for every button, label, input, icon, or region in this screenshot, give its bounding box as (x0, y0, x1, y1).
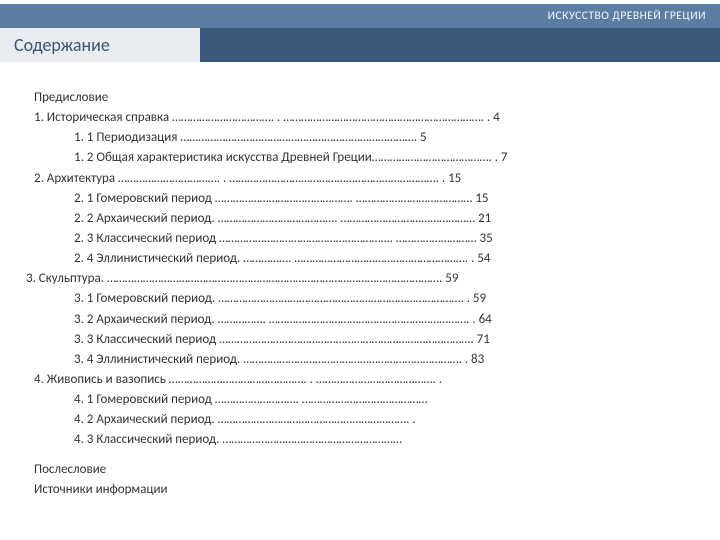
title-row: Содержание (0, 28, 720, 62)
toc-1-2: 1. 2 Общая характеристика искусства Древ… (26, 148, 700, 168)
sources: Источники информации (34, 480, 168, 500)
toc-1: 1. Историческая справка ……………………………. . …… (26, 108, 700, 128)
toc-4-1: 4. 1 Гомеровский период ………………………. ……………… (26, 390, 700, 410)
title-accent (200, 28, 720, 62)
header-subject: ИСКУССТВО ДРЕВНЕЙ ГРЕЦИИ (548, 9, 706, 23)
page-title: Содержание (0, 28, 200, 62)
toc: Предисловие 1. Историческая справка …………… (26, 88, 700, 451)
toc-3-3: 3. 3 Классический период ………………………………………… (26, 330, 700, 350)
toc-2-3: 2. 3 Классический период ………………………………………… (26, 229, 700, 249)
toc-1-1: 1. 1 Периодизация …………………………………………………………… (26, 128, 700, 148)
afterword: Послесловие (34, 460, 168, 480)
toc-2-1: 2. 1 Гомеровский период ……………………………………….… (26, 189, 700, 209)
toc-3-2: 3. 2 Архаический период. ……………. ……………………… (26, 310, 700, 330)
toc-2: 2. Архитектура ……………………………. . …………………………… (26, 169, 700, 189)
toc-2-4: 2. 4 Эллинистический период. ……………. …………… (26, 249, 700, 269)
toc-4-2: 4. 2 Архаический период. ………………………………………… (26, 410, 700, 430)
toc-4-3: 4. 3 Классический период. ……………………………………… (26, 430, 700, 450)
toc-3: 3. Скульптура. …………………………………………………………………… (26, 269, 700, 289)
header-bar: ИСКУССТВО ДРЕВНЕЙ ГРЕЦИИ (0, 4, 720, 28)
toc-4: 4. Живопись и вазопись ………………………………………. … (26, 370, 700, 390)
page: ИСКУССТВО ДРЕВНЕЙ ГРЕЦИИ Содержание Пред… (0, 0, 720, 540)
toc-3-4: 3. 4 Эллинистический период. ……………………………… (26, 350, 700, 370)
toc-preface: Предисловие (26, 88, 700, 108)
footer-block: Послесловие Источники информации (34, 460, 168, 500)
toc-3-1: 3. 1 Гомеровский период. ………………………………………… (26, 289, 700, 309)
toc-2-2: 2. 2 Архаический период. …………………………………. … (26, 209, 700, 229)
